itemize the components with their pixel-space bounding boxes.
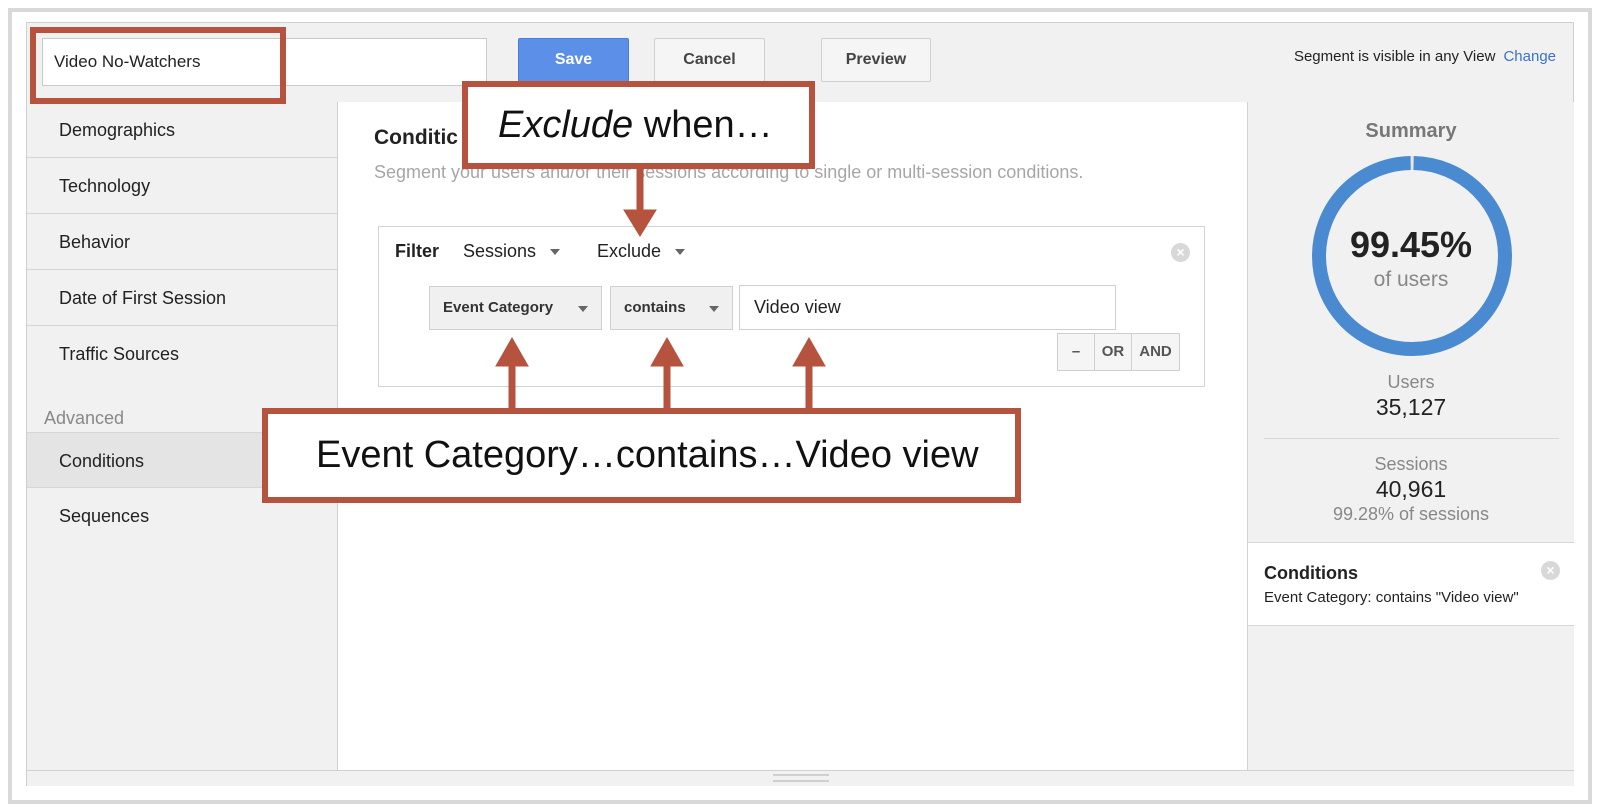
annotation-name-highlight xyxy=(30,27,286,104)
and-button[interactable]: AND xyxy=(1132,334,1179,370)
scope-dropdown[interactable]: Sessions xyxy=(463,241,561,262)
sidebar-item-date-of-first-session[interactable]: Date of First Session xyxy=(27,270,337,326)
save-button[interactable]: Save xyxy=(518,38,629,82)
users-count: 35,127 xyxy=(1375,394,1447,420)
dimension-value: Event Category xyxy=(443,299,554,316)
sidebar-item-demographics[interactable]: Demographics xyxy=(27,102,337,158)
preview-button[interactable]: Preview xyxy=(821,38,931,82)
divider xyxy=(1264,438,1559,439)
logic-buttons: – OR AND xyxy=(1057,333,1180,371)
sessions-label: Sessions xyxy=(1374,454,1448,474)
or-button[interactable]: OR xyxy=(1095,334,1132,370)
summary-panel: Summary 99.45% of users Users 35,127 Ses… xyxy=(1247,102,1574,770)
bottom-bar xyxy=(27,770,1574,786)
resize-handle[interactable] xyxy=(773,774,829,782)
summary-title: Summary xyxy=(1365,120,1457,142)
close-icon[interactable]: × xyxy=(1171,243,1190,262)
chevron-down-icon xyxy=(675,249,686,256)
annotation-exclude-italic: Exclude xyxy=(498,104,634,146)
conditions-summary: Conditions Event Category: contains "Vid… xyxy=(1248,542,1574,626)
conditions-summary-text: Event Category: contains "Video view" xyxy=(1264,589,1519,606)
remove-condition-button[interactable]: – xyxy=(1058,334,1095,370)
sidebar-item-behavior[interactable]: Behavior xyxy=(27,214,337,270)
annotation-exclude-callout: Exclude when… xyxy=(462,81,815,169)
percent-users-label: of users xyxy=(1373,268,1449,291)
include-exclude-dropdown[interactable]: Exclude xyxy=(597,241,686,262)
users-label: Users xyxy=(1387,372,1435,392)
page-title: Conditic xyxy=(374,126,458,149)
condition-value-input[interactable] xyxy=(739,285,1116,330)
chevron-down-icon xyxy=(709,306,719,312)
percent-users: 99.45% xyxy=(1349,224,1473,265)
filter-box: Filter Sessions Exclude × Event Category… xyxy=(378,226,1205,387)
filter-label: Filter xyxy=(395,241,440,261)
scope-value: Sessions xyxy=(463,241,537,261)
sessions-percent: 99.28% of sessions xyxy=(1332,504,1490,524)
sessions-count: 40,961 xyxy=(1375,476,1447,502)
change-link[interactable]: Change xyxy=(1503,48,1556,65)
operator-dropdown[interactable]: contains xyxy=(610,286,733,330)
operator-value: contains xyxy=(624,299,686,316)
chevron-down-icon xyxy=(578,306,588,312)
conditions-summary-title: Conditions xyxy=(1264,563,1358,583)
visibility-info: Segment is visible in any View Change xyxy=(1294,48,1556,65)
annotation-event-callout: Event Category…contains…Video view xyxy=(262,408,1021,503)
visibility-text: Segment is visible in any View xyxy=(1293,48,1496,65)
cancel-button[interactable]: Cancel xyxy=(654,38,765,82)
sidebar-item-technology[interactable]: Technology xyxy=(27,158,337,214)
close-icon[interactable]: × xyxy=(1541,561,1560,580)
chevron-down-icon xyxy=(550,249,561,256)
annotation-exclude-rest: when… xyxy=(633,104,773,146)
sidebar-item-traffic-sources[interactable]: Traffic Sources xyxy=(27,326,337,382)
dimension-dropdown[interactable]: Event Category xyxy=(429,286,602,330)
mode-value: Exclude xyxy=(597,241,662,261)
